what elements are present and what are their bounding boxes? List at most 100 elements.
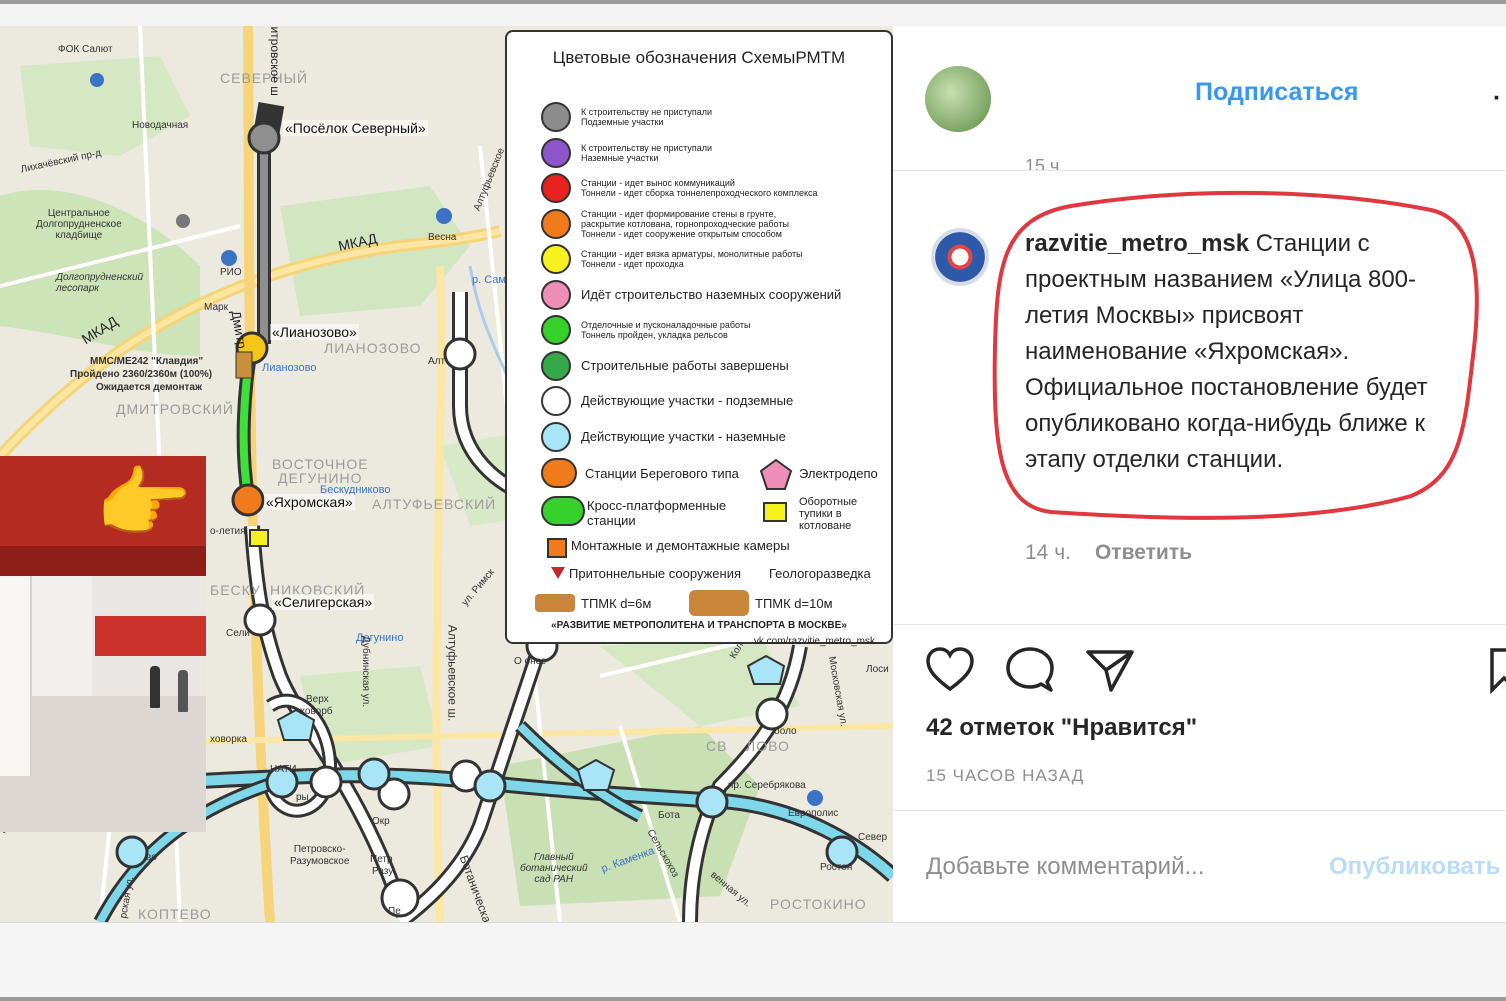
station-label-lianozovo: «Лианозово» <box>270 324 359 340</box>
district-dmitrovsky: ДМИТРОВСКИЙ <box>116 401 234 417</box>
map-label-pe: Пе <box>388 906 401 917</box>
map-label-evropolis: Европолис <box>788 808 839 819</box>
more-options-icon[interactable]: · <box>1493 84 1501 113</box>
like-heart-icon[interactable] <box>925 646 975 694</box>
legend-text: Отделочные и пусконаладочные работы Тонн… <box>581 320 751 340</box>
oborotny-icon <box>763 502 787 522</box>
map-label-kladiya-1: ММС/МЕ242 "Клавдия" <box>90 356 204 367</box>
map-label-petrovsko: Петровско- Разумовское <box>290 844 350 867</box>
map-label-a-line: о-летия <box>210 526 246 537</box>
map-label-verkh: Верх <box>306 694 329 705</box>
map-label-kladiya-2: Пройдено 2360/2360м (100%) <box>70 369 213 380</box>
legend-text: К строительству не приступали Наземные у… <box>581 142 713 163</box>
legend-text: К строительству не приступали Подземные … <box>581 107 713 127</box>
add-comment-input[interactable]: Добавьте комментарий... <box>926 853 1204 881</box>
author-avatar[interactable] <box>925 66 991 132</box>
legend-color-dot <box>541 208 571 239</box>
map-label-ohe: О онсе <box>514 656 547 667</box>
tpmk6-icon <box>535 594 575 612</box>
map-label-dubninskaya: Дубнинская ул. <box>360 635 372 708</box>
pointing-hand-icon: 👉 <box>95 459 193 547</box>
likes-count[interactable]: 42 отметок "Нравится" <box>926 714 1197 742</box>
map-label-okr: Окр <box>372 816 390 827</box>
comment-divider <box>893 810 1506 811</box>
window-bottom-bar <box>0 922 1506 1001</box>
district-altufevsky: АЛТУФЬЕВСКИЙ <box>372 496 497 512</box>
metro-map-image: ФОК Салют СЕВЕРНЫЙ Новодачная Лихачёвски… <box>0 26 893 922</box>
electrodepo-icon <box>759 458 793 490</box>
legend-title: Цветовые обозначения СхемыРМТМ <box>552 48 846 67</box>
map-label-hovorb: ховорб <box>300 706 333 717</box>
highlight-circle <box>992 190 1479 520</box>
legend-text: Идёт строительство наземных сооружений <box>581 286 842 302</box>
map-label-vo: во <box>146 852 157 863</box>
beregovoy-icon <box>541 458 577 488</box>
map-label-bota: Бота <box>658 810 680 821</box>
comment-bubble-icon[interactable] <box>1005 646 1055 694</box>
map-label-bolo: боло <box>774 726 797 737</box>
header-divider <box>893 170 1506 171</box>
legend-text: Станции - идет вынос коммуникаций Тоннел… <box>581 178 818 198</box>
map-label-razu: Разу <box>372 866 394 877</box>
legend-color-dot <box>541 102 571 132</box>
map-label-vesna: Весна <box>428 232 457 243</box>
legend-text: Строительные работы завершены <box>581 357 789 373</box>
legend-color-dot <box>541 244 571 274</box>
legend-text: Станции - идет вязка арматуры, монолитны… <box>581 249 803 269</box>
map-legend: Цветовые обозначения СхемыРМТМ К строите… <box>505 30 893 647</box>
map-label-rostok: Ростон <box>820 862 853 873</box>
map-label-altufevskoe: Алтуфьевское ш. <box>445 624 460 722</box>
district-svibl: СВ <box>706 738 728 754</box>
tpmk10-icon <box>689 590 749 616</box>
legend-text: Действующие участки - наземные <box>581 428 786 444</box>
posted-ago: 15 ЧАСОВ НАЗАД <box>926 766 1085 785</box>
station-label-severny: «Посёлок Северный» <box>283 120 428 136</box>
map-label-shosse: Дмитровское ш <box>267 26 282 96</box>
district-severny: СЕВЕРНЫЙ <box>220 70 309 86</box>
reply-button[interactable]: Ответить <box>1095 541 1192 564</box>
legend-color-dot <box>541 279 571 310</box>
share-send-icon[interactable] <box>1085 646 1135 694</box>
map-label-kladbishche: Центральное Долгопрудненское кладбище <box>36 208 122 241</box>
legend-color-dot <box>541 173 571 203</box>
post-panel: Подписаться · 15 ч. razvitie_metro_msk С… <box>893 26 1506 922</box>
station-label-seligerskaya: «Селигерская» <box>272 594 375 610</box>
legend-color-dot <box>541 315 571 345</box>
window-bottom-strip <box>0 997 1506 1001</box>
map-label-glavny-sad: Главный ботанический сад РАН <box>520 852 588 885</box>
map-label-rio: РИО <box>220 267 242 278</box>
map-label-alt-frag: Алт <box>428 356 446 367</box>
kamera-icon <box>547 538 567 558</box>
map-label-losi: Лоси <box>866 664 889 675</box>
legend-color-dot <box>541 350 571 381</box>
district-koptevo: КОПТЕВО <box>138 906 212 922</box>
crossplatform-icon <box>541 496 585 526</box>
commenter-avatar[interactable] <box>931 228 989 286</box>
map-label-selig-frag: Сели <box>226 628 250 639</box>
map-label-novodachnaya: Новодачная <box>132 120 189 131</box>
district-rostokino: РОСТОКИНО <box>770 896 867 912</box>
district-beskudnikovsky-left: БЕСКУ <box>210 582 261 598</box>
legend-color-dot <box>541 137 571 168</box>
publish-button[interactable]: Опубликовать <box>1329 853 1500 881</box>
comment-time: 14 ч. <box>1025 541 1071 564</box>
station-label-yakhromskaya: «Яхромская» <box>264 494 355 510</box>
map-label-ory: ры <box>296 792 309 803</box>
bookmark-icon[interactable] <box>1489 646 1506 694</box>
map-label-khovorka: ховорка <box>210 734 247 745</box>
map-label-mark: Марк <box>204 302 228 313</box>
actions-divider <box>893 624 1506 625</box>
window-top-bar <box>0 0 1506 27</box>
legend-footer-url: vk.com/razvitie_metro_msk <box>753 636 875 647</box>
map-label-lianozovo-small: Лианозово <box>262 362 317 374</box>
map-label-r-sam: р. Сам <box>472 274 506 286</box>
legend-footer-title: «РАЗВИТИЕ МЕТРОПОЛИТЕНА И ТРАНСПОРТА В М… <box>551 620 847 631</box>
map-label-petr: Петр <box>370 854 393 865</box>
map-label-serebryakova: пр. Серебрякова <box>728 780 806 791</box>
cut-timestamp: 15 ч. <box>1025 156 1065 170</box>
window-top-strip <box>0 0 1506 4</box>
district-lianozovo: ЛИАНОЗОВО <box>324 340 422 356</box>
map-label-nati: НАТИ <box>270 764 297 775</box>
follow-button[interactable]: Подписаться <box>1195 78 1358 107</box>
legend-color-dot <box>541 386 571 416</box>
